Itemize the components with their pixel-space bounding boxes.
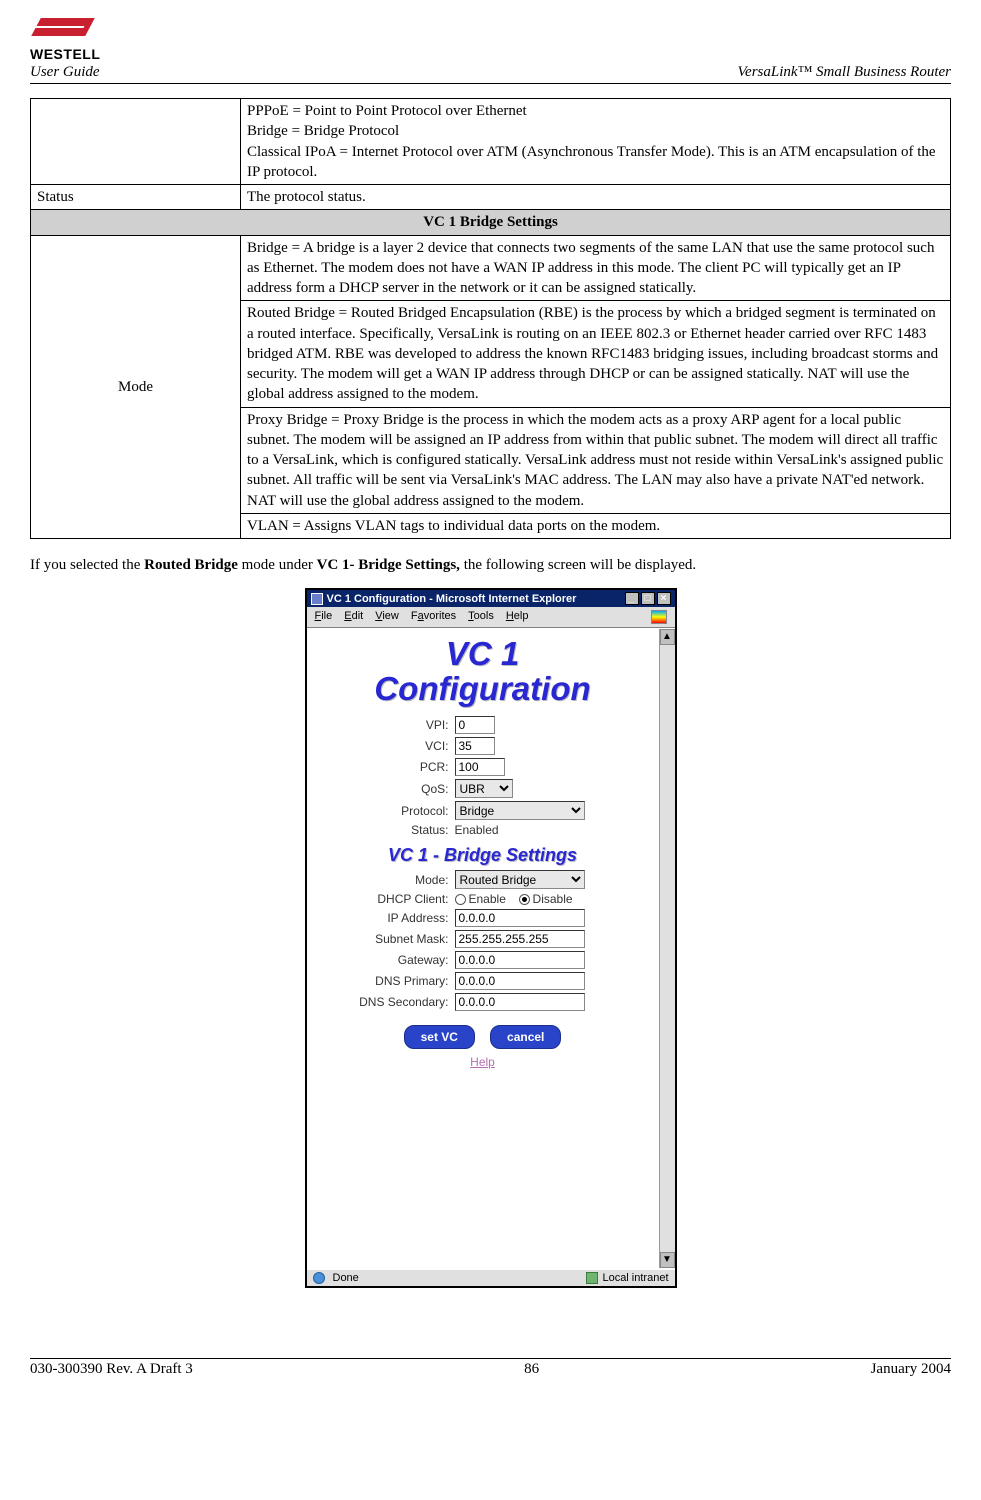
protocol-desc: PPPoE = Point to Point Protocol over Eth… bbox=[241, 99, 951, 185]
ip-input[interactable] bbox=[455, 909, 585, 927]
qos-label: QoS: bbox=[309, 782, 455, 796]
status-zone: Local intranet bbox=[602, 1272, 668, 1284]
vci-input[interactable] bbox=[455, 737, 495, 755]
dns1-label: DNS Primary: bbox=[309, 974, 455, 988]
close-button[interactable]: × bbox=[657, 592, 671, 605]
status-value: Enabled bbox=[455, 823, 499, 837]
scroll-down-icon[interactable]: ▼ bbox=[660, 1252, 675, 1268]
status-done: Done bbox=[333, 1272, 359, 1284]
section-header: VC 1 Bridge Settings bbox=[31, 210, 951, 235]
logo-block bbox=[30, 18, 100, 46]
dhcp-label: DHCP Client: bbox=[309, 892, 455, 906]
empty-cell bbox=[31, 99, 241, 185]
subnet-input[interactable] bbox=[455, 930, 585, 948]
scroll-up-icon[interactable]: ▲ bbox=[660, 629, 675, 645]
para-bold2: VC 1- Bridge Settings, bbox=[317, 557, 460, 573]
bridge-settings-heading: VC 1 - Bridge Settings bbox=[309, 845, 657, 866]
ie-icon bbox=[311, 593, 323, 605]
para-post: the following screen will be displayed. bbox=[460, 557, 696, 573]
footer-center: 86 bbox=[524, 1361, 539, 1378]
mode-label-form: Mode: bbox=[309, 873, 455, 887]
page-footer: 030-300390 Rev. A Draft 3 86 January 200… bbox=[30, 1358, 951, 1378]
gateway-label: Gateway: bbox=[309, 953, 455, 967]
status-label-form: Status: bbox=[309, 823, 455, 837]
spec-table: PPPoE = Point to Point Protocol over Eth… bbox=[30, 98, 951, 539]
dns2-label: DNS Secondary: bbox=[309, 995, 455, 1009]
menu-bar: File Edit View Favorites Tools Help bbox=[307, 607, 675, 628]
heading-line1: VC 1 bbox=[446, 635, 519, 672]
dns-secondary-input[interactable] bbox=[455, 993, 585, 1011]
table-row: Mode Bridge = A bridge is a layer 2 devi… bbox=[31, 235, 951, 301]
vpi-label: VPI: bbox=[309, 718, 455, 732]
window-titlebar: VC 1 Configuration - Microsoft Internet … bbox=[307, 590, 675, 607]
pcr-input[interactable] bbox=[455, 758, 505, 776]
mode-vlan-desc: VLAN = Assigns VLAN tags to individual d… bbox=[241, 513, 951, 538]
ip-label: IP Address: bbox=[309, 911, 455, 925]
status-label: Status bbox=[31, 185, 241, 210]
menu-file[interactable]: File bbox=[315, 610, 333, 624]
vpi-input[interactable] bbox=[455, 716, 495, 734]
user-guide-label: User Guide bbox=[30, 64, 100, 81]
subnet-label: Subnet Mask: bbox=[309, 932, 455, 946]
cancel-button[interactable]: cancel bbox=[490, 1025, 561, 1049]
globe-icon bbox=[313, 1272, 325, 1284]
table-row: PPPoE = Point to Point Protocol over Eth… bbox=[31, 99, 951, 185]
maximize-button[interactable]: □ bbox=[641, 592, 655, 605]
status-bar: Done Local intranet bbox=[307, 1268, 675, 1286]
dhcp-enable-radio[interactable] bbox=[455, 894, 466, 905]
window-title: VC 1 Configuration - Microsoft Internet … bbox=[327, 593, 577, 605]
browser-body: ▲ ▼ VC 1 Configuration VPI: VCI: PCR: Qo… bbox=[307, 628, 675, 1268]
status-desc: The protocol status. bbox=[241, 185, 951, 210]
vci-label: VCI: bbox=[309, 739, 455, 753]
menu-help[interactable]: Help bbox=[506, 610, 529, 624]
zone-icon bbox=[586, 1272, 598, 1284]
para-mid: mode under bbox=[238, 557, 317, 573]
swoosh-icon bbox=[30, 18, 84, 46]
protocol-select[interactable]: Bridge bbox=[455, 801, 585, 820]
menu-favorites[interactable]: Favorites bbox=[411, 610, 456, 624]
ie-window: VC 1 Configuration - Microsoft Internet … bbox=[305, 588, 677, 1288]
footer-left: 030-300390 Rev. A Draft 3 bbox=[30, 1361, 193, 1378]
qos-select[interactable]: UBR bbox=[455, 779, 513, 798]
mode-label: Mode bbox=[31, 235, 241, 539]
mode-routed-desc: Routed Bridge = Routed Bridged Encapsula… bbox=[241, 301, 951, 407]
menu-edit[interactable]: Edit bbox=[344, 610, 363, 624]
screenshot-wrapper: VC 1 Configuration - Microsoft Internet … bbox=[30, 588, 951, 1288]
minimize-button[interactable]: _ bbox=[625, 592, 639, 605]
menu-view[interactable]: View bbox=[375, 610, 399, 624]
dhcp-disable-label: Disable bbox=[533, 892, 573, 906]
page-header: WESTELL User Guide VersaLink™ Small Busi… bbox=[30, 18, 951, 84]
table-row: Status The protocol status. bbox=[31, 185, 951, 210]
section-header-row: VC 1 Bridge Settings bbox=[31, 210, 951, 235]
footer-right: January 2004 bbox=[871, 1361, 951, 1378]
dhcp-disable-radio[interactable] bbox=[519, 894, 530, 905]
page-content: VC 1 Configuration VPI: VCI: PCR: QoS: U… bbox=[307, 629, 659, 1071]
protocol-label: Protocol: bbox=[309, 804, 455, 818]
pcr-label: PCR: bbox=[309, 760, 455, 774]
product-name: VersaLink™ Small Business Router bbox=[738, 64, 951, 81]
scrollbar[interactable]: ▲ ▼ bbox=[659, 629, 675, 1268]
para-bold1: Routed Bridge bbox=[144, 557, 238, 573]
intro-paragraph: If you selected the Routed Bridge mode u… bbox=[30, 557, 951, 574]
mode-proxy-desc: Proxy Bridge = Proxy Bridge is the proce… bbox=[241, 407, 951, 513]
mode-bridge-desc: Bridge = A bridge is a layer 2 device th… bbox=[241, 235, 951, 301]
page-heading: VC 1 Configuration bbox=[309, 637, 657, 706]
header-left: WESTELL User Guide bbox=[30, 18, 100, 81]
gateway-input[interactable] bbox=[455, 951, 585, 969]
mode-select[interactable]: Routed Bridge bbox=[455, 870, 585, 889]
brand-name: WESTELL bbox=[30, 46, 100, 62]
heading-line2: Configuration bbox=[374, 670, 590, 707]
ie-throbber-icon bbox=[651, 610, 667, 624]
dhcp-enable-label: Enable bbox=[469, 892, 506, 906]
help-link[interactable]: Help bbox=[309, 1055, 657, 1069]
button-row: set VC cancel bbox=[309, 1025, 657, 1049]
para-pre: If you selected the bbox=[30, 557, 144, 573]
menu-tools[interactable]: Tools bbox=[468, 610, 494, 624]
set-vc-button[interactable]: set VC bbox=[404, 1025, 475, 1049]
dns-primary-input[interactable] bbox=[455, 972, 585, 990]
